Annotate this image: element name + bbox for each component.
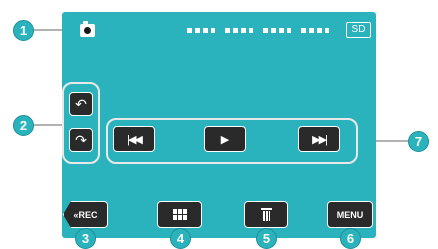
callout-2: 2 bbox=[13, 115, 34, 136]
rotate-right-button[interactable]: ↷ bbox=[69, 128, 93, 152]
camera-icon bbox=[80, 21, 95, 37]
rotate-left-button[interactable]: ↶ bbox=[69, 92, 93, 116]
rec-button[interactable]: «REC bbox=[63, 201, 108, 228]
date-dashes bbox=[187, 28, 215, 33]
grid-icon bbox=[172, 209, 187, 220]
callout-7: 7 bbox=[408, 131, 429, 152]
rotate-left-icon: ↶ bbox=[75, 95, 87, 112]
time-dashes bbox=[301, 28, 329, 33]
play-button[interactable]: ▶ bbox=[204, 126, 246, 152]
play-icon: ▶ bbox=[220, 133, 230, 146]
previous-button[interactable]: |◀◀ bbox=[113, 126, 155, 152]
index-screen-button[interactable] bbox=[157, 201, 202, 228]
callout-1: 1 bbox=[13, 20, 34, 41]
date-time-placeholder bbox=[187, 28, 329, 33]
previous-icon: |◀◀ bbox=[127, 133, 143, 146]
menu-button[interactable]: MENU bbox=[327, 201, 373, 228]
rec-label: «REC bbox=[73, 209, 98, 220]
next-icon: ▶▶| bbox=[312, 133, 328, 146]
menu-label: MENU bbox=[336, 209, 364, 220]
delete-button[interactable] bbox=[244, 201, 288, 228]
callout-3: 3 bbox=[75, 228, 96, 249]
callout-6: 6 bbox=[340, 228, 361, 249]
trash-icon bbox=[260, 208, 272, 221]
next-button[interactable]: ▶▶| bbox=[298, 126, 340, 152]
time-dashes bbox=[263, 28, 291, 33]
callout-5: 5 bbox=[256, 228, 277, 249]
callout-4: 4 bbox=[170, 228, 191, 249]
date-dashes bbox=[225, 28, 253, 33]
sd-media-badge: SD bbox=[346, 22, 371, 38]
rotate-right-icon: ↷ bbox=[75, 131, 87, 148]
